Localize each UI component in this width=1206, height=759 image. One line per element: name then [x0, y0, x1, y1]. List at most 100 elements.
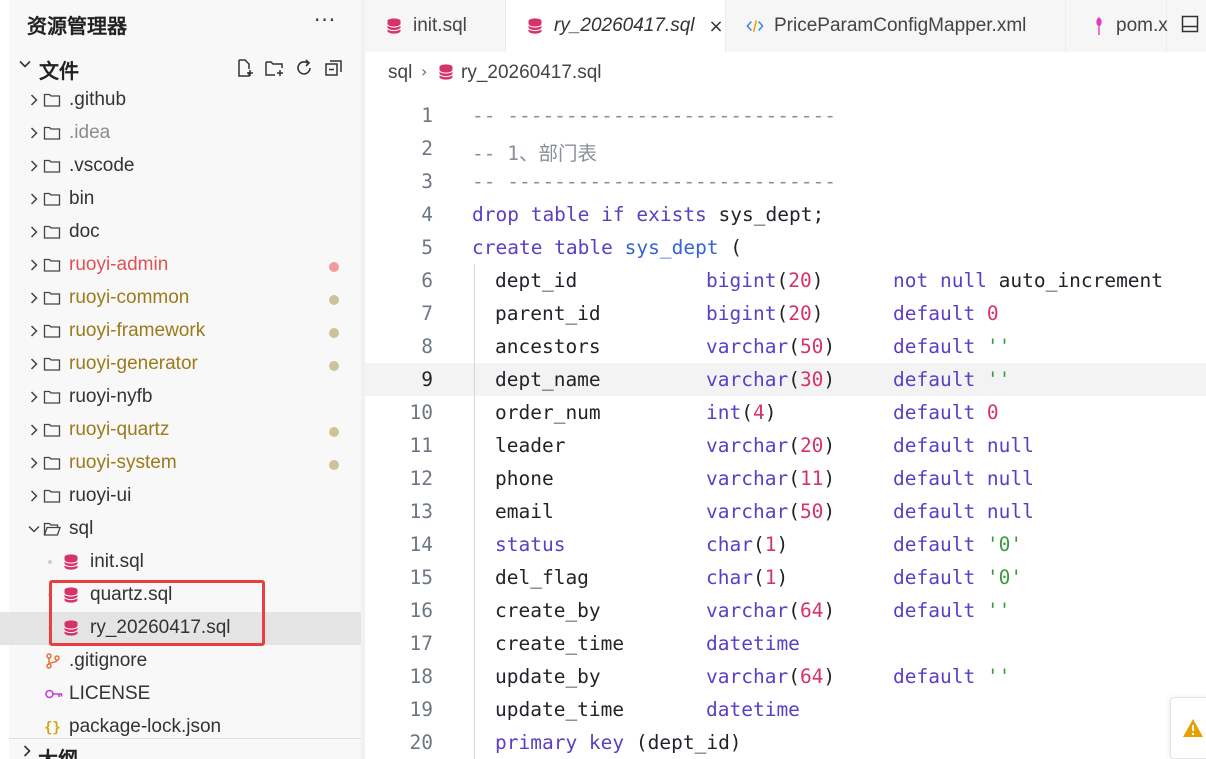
tree-item-label: ruoyi-common — [69, 287, 190, 308]
code-text: ancestors — [495, 335, 601, 358]
code-line[interactable]: 1 -- ---------------------------- — [365, 99, 1206, 132]
refresh-icon[interactable] — [292, 56, 316, 80]
git-status-dot — [329, 427, 339, 437]
new-folder-icon[interactable] — [262, 56, 286, 80]
editor-tab[interactable]: init.sql — [365, 0, 506, 52]
code-token: ( — [752, 533, 765, 556]
code-line[interactable]: 8 ancestors varchar(50) default '' — [365, 330, 1206, 363]
tree-item[interactable]: .vscode — [0, 150, 361, 183]
close-icon[interactable]: × — [709, 16, 724, 37]
tree-item[interactable]: ry_20260417.sql — [0, 612, 361, 645]
folder-icon — [43, 124, 61, 142]
editor-tab[interactable]: ry_20260417.sql × — [506, 0, 726, 52]
code-editor[interactable]: 1 -- ---------------------------- 2 -- 1、部门… — [365, 99, 1206, 759]
code-token: ) — [811, 302, 824, 325]
files-section-header[interactable]: 文件 — [0, 52, 361, 84]
tree-item[interactable]: .idea — [0, 117, 361, 150]
code-text: varchar(50) — [706, 500, 835, 523]
code-line[interactable]: 13 email varchar(50) default null — [365, 495, 1206, 528]
code-line[interactable]: 10 order_num int(4) default 0 — [365, 396, 1206, 429]
code-token: create_time — [495, 632, 625, 655]
code-token: -- ---------------------------- — [472, 104, 836, 127]
chevron-right-icon — [27, 356, 41, 370]
code-line[interactable]: 18 update_by varchar(64) default '' — [365, 660, 1206, 693]
code-line[interactable]: 9 dept_name varchar(30) default '' — [365, 363, 1206, 396]
code-line[interactable]: 14 status char(1) default '0' — [365, 528, 1206, 561]
code-token: 20 — [788, 302, 812, 325]
code-line[interactable]: 12 phone varchar(11) default null — [365, 462, 1206, 495]
breadcrumb-folder[interactable]: sql — [388, 62, 412, 84]
code-text: default null — [893, 500, 1034, 523]
line-number: 7 — [421, 302, 433, 325]
code-line[interactable]: 11 leader varchar(20) default null — [365, 429, 1206, 462]
code-text: status — [495, 533, 565, 556]
code-token: default — [893, 665, 987, 688]
line-number: 20 — [409, 731, 433, 754]
code-line[interactable]: 20 primary key (dept_id) — [365, 726, 1206, 759]
code-text: int(4) — [706, 401, 776, 424]
code-token: '' — [986, 335, 1011, 358]
new-file-icon[interactable] — [232, 56, 256, 80]
code-token: ( — [718, 236, 743, 259]
code-line[interactable]: 19 update_time datetime — [365, 693, 1206, 726]
code-token: create table — [472, 236, 625, 259]
outline-section-header[interactable]: 大纲 — [9, 738, 361, 759]
code-line[interactable]: 5 create table sys_dept ( — [365, 231, 1206, 264]
collapse-all-icon[interactable] — [322, 56, 346, 80]
tree-item[interactable]: ruoyi-system — [0, 447, 361, 480]
line-number: 3 — [421, 170, 433, 193]
code-token: default — [893, 566, 987, 589]
editor-tab[interactable]: pom.x — [1066, 0, 1168, 52]
tree-item[interactable]: ruoyi-common — [0, 282, 361, 315]
code-line[interactable]: 4 drop table if exists sys_dept; — [365, 198, 1206, 231]
more-actions-button[interactable]: ··· — [314, 8, 336, 32]
code-token: ) — [823, 599, 836, 622]
tree-item[interactable]: quartz.sql — [0, 579, 361, 612]
tree-item[interactable]: ruoyi-ui — [0, 480, 361, 513]
tree-item[interactable]: LICENSE — [0, 678, 361, 711]
code-line[interactable]: 6 dept_id bigint(20) not null auto_incremen… — [365, 264, 1206, 297]
tree-item-label: .vscode — [69, 155, 135, 176]
code-token: varchar — [706, 665, 789, 688]
chevron-right-icon — [20, 743, 34, 759]
code-token: 4 — [752, 401, 765, 424]
code-line[interactable]: 2 -- 1、部门表 — [365, 132, 1206, 165]
tree-item[interactable]: ruoyi-nyfb — [0, 381, 361, 414]
tree-item[interactable]: ruoyi-admin — [0, 249, 361, 282]
tree-item[interactable]: ruoyi-framework — [0, 315, 361, 348]
chevron-right-icon — [27, 323, 41, 337]
editor-tab[interactable]: PriceParamConfigMapper.xml — [726, 0, 1066, 52]
tree-item[interactable]: doc — [0, 216, 361, 249]
folder-icon — [43, 388, 61, 406]
tree-item-label: package-lock.json — [69, 716, 222, 737]
chevron-right-icon — [27, 224, 41, 238]
tree-item[interactable]: .github — [0, 84, 361, 117]
code-token: del_flag — [495, 566, 589, 589]
code-text: varchar(64) — [706, 665, 835, 688]
tree-item[interactable]: .gitignore — [0, 645, 361, 678]
warning-notification[interactable] — [1170, 697, 1206, 759]
tree-item[interactable]: ruoyi-generator — [0, 348, 361, 381]
code-line[interactable]: 7 parent_id bigint(20) default 0 — [365, 297, 1206, 330]
code-token: '' — [986, 368, 1011, 391]
code-line[interactable]: 3 -- ---------------------------- — [365, 165, 1206, 198]
chevron-right-icon — [27, 191, 41, 205]
code-token: default — [893, 368, 987, 391]
code-text: char(1) — [706, 533, 788, 556]
tree-item[interactable]: ruoyi-quartz — [0, 414, 361, 447]
code-line[interactable]: 17 create_time datetime — [365, 627, 1206, 660]
line-number: 6 — [421, 269, 433, 292]
line-number: 19 — [409, 698, 433, 721]
toggle-panel-icon[interactable] — [1180, 14, 1200, 34]
code-token: ancestors — [495, 335, 601, 358]
tree-item[interactable]: sql — [0, 513, 361, 546]
git-status-dot — [329, 460, 339, 470]
code-text: not null auto_increment — [893, 269, 1163, 292]
code-line[interactable]: 15 del_flag char(1) default '0' — [365, 561, 1206, 594]
breadcrumb-file[interactable]: ry_20260417.sql — [461, 62, 602, 84]
code-line[interactable]: 16 create_by varchar(64) default '' — [365, 594, 1206, 627]
code-token: null — [986, 500, 1034, 523]
tree-item[interactable]: bin — [0, 183, 361, 216]
tree-item[interactable]: init.sql — [0, 546, 361, 579]
code-token: 0 — [986, 302, 999, 325]
